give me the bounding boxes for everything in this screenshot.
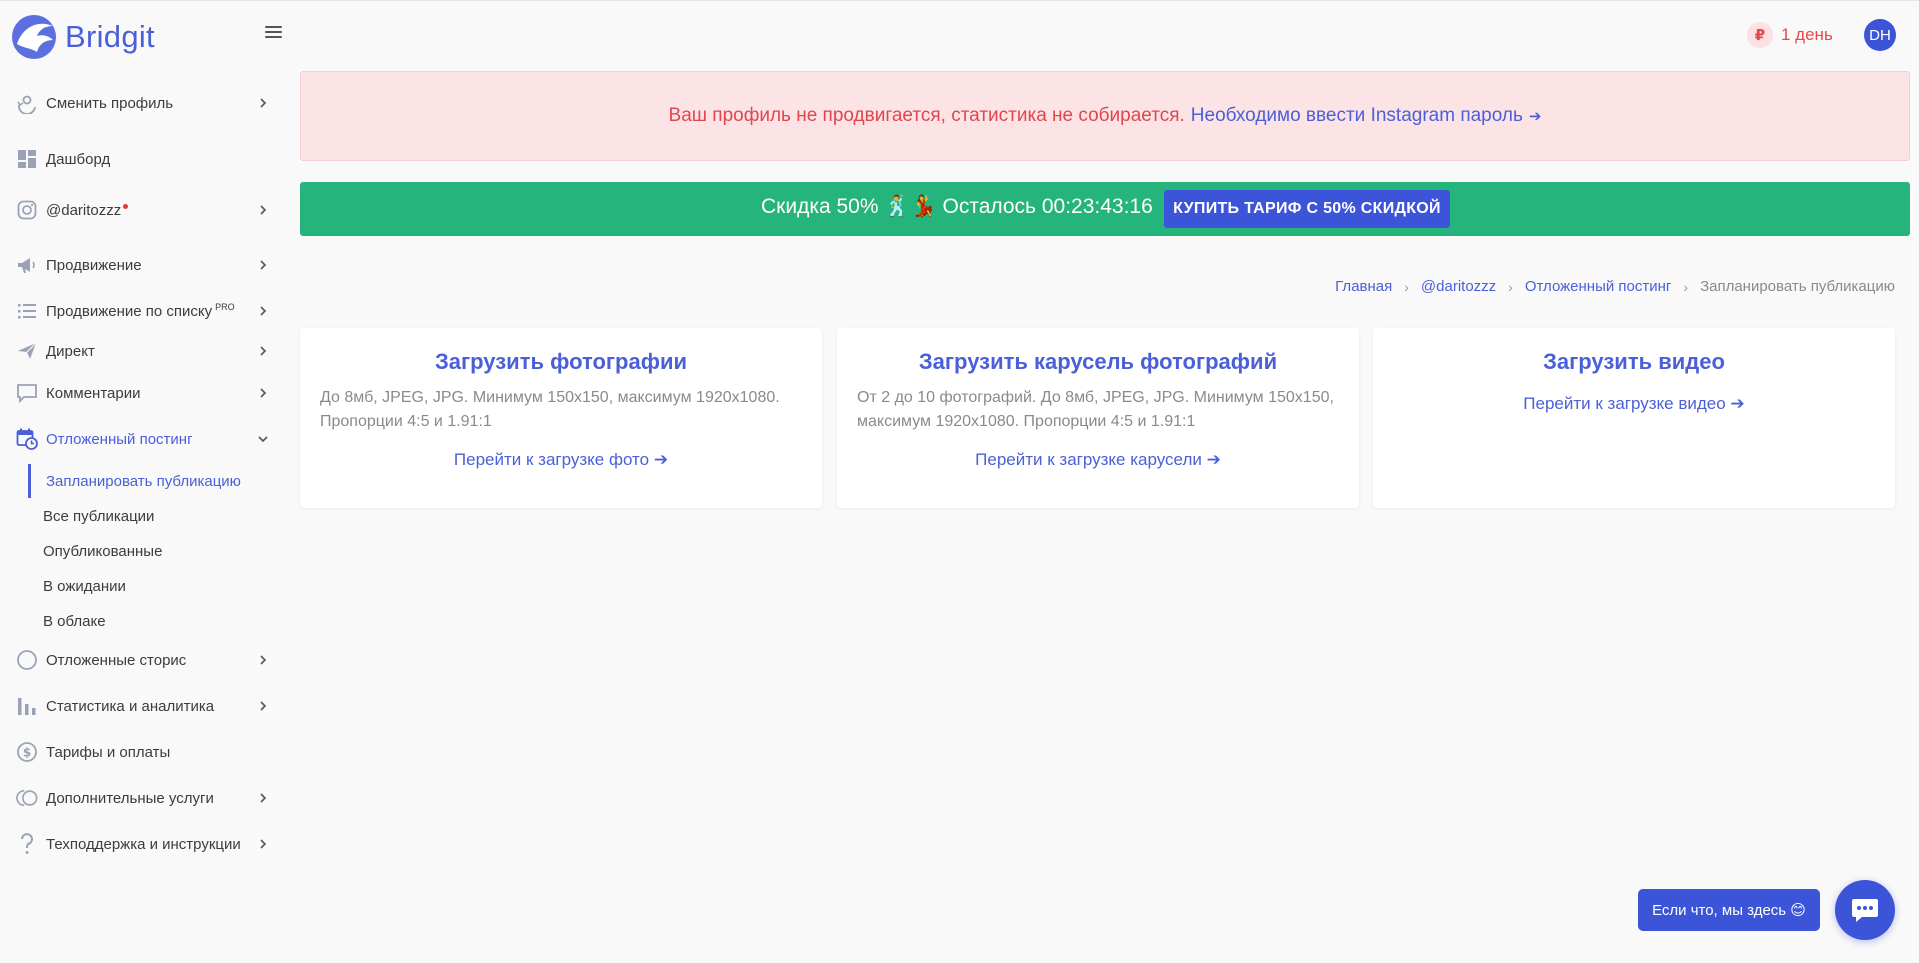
sidebar-item-label: Комментарии <box>46 384 141 402</box>
chevron-right-icon <box>257 792 269 804</box>
svg-text:$: $ <box>23 746 31 760</box>
sidebar: Bridgit Сменить профиль Дашборд @daritoz… <box>0 1 290 963</box>
chevron-right-icon <box>257 345 269 357</box>
breadcrumb-scheduled-posting[interactable]: Отложенный постинг <box>1525 278 1672 295</box>
chevron-down-icon <box>257 433 269 445</box>
discount-countdown-text: Скидка 50% 🕺💃 Осталось 00:23:43:16 <box>761 195 1153 218</box>
sidebar-item-label: Отложенный постинг <box>46 430 193 448</box>
buy-discount-button[interactable]: КУПИТЬ ТАРИФ С 50% СКИДКОЙ <box>1164 190 1450 228</box>
breadcrumb-account[interactable]: @daritozzz <box>1421 278 1496 295</box>
chat-greeting-bubble[interactable]: Если что, мы здесь 😊 <box>1638 889 1820 931</box>
breadcrumb-current: Запланировать публикацию <box>1700 278 1895 295</box>
breadcrumb-home[interactable]: Главная <box>1335 278 1392 295</box>
circle-icon <box>16 649 38 671</box>
go-to-carousel-upload-link[interactable]: Перейти к загрузке карусели ➔ <box>837 450 1359 470</box>
chevron-right-icon: › <box>1404 278 1409 295</box>
upload-photos-card: Загрузить фотографии До 8мб, JPEG, JPG. … <box>300 328 822 508</box>
account-handle: @daritozzz <box>46 201 122 219</box>
discount-banner: Скидка 50% 🕺💃 Осталось 00:23:43:16 КУПИТ… <box>300 182 1910 236</box>
profile-warning-alert: Ваш профиль не продвигается, статистика … <box>300 71 1910 161</box>
chevron-right-icon <box>257 204 269 216</box>
card-title: Загрузить видео <box>1543 349 1725 374</box>
submenu-item-cloud[interactable]: В облаке <box>43 608 106 634</box>
dollar-circle-icon: $ <box>16 741 38 763</box>
go-to-video-upload-link[interactable]: Перейти к загрузке видео ➔ <box>1373 394 1895 414</box>
list-icon <box>16 300 38 322</box>
arrow-right-icon: ➔ <box>1528 108 1542 125</box>
calendar-clock-icon <box>16 428 38 450</box>
active-submenu-indicator <box>28 464 31 498</box>
submenu-item-all-posts[interactable]: Все публикации <box>43 503 154 529</box>
submenu-item-pending[interactable]: В ожидании <box>43 573 126 599</box>
hamburger-menu-icon[interactable] <box>265 26 282 40</box>
sidebar-item-label: @daritozzz <box>46 201 129 219</box>
paper-plane-icon <box>16 340 38 362</box>
dashboard-icon <box>16 148 38 170</box>
upload-video-card: Загрузить видео Перейти к загрузке видео… <box>1373 328 1895 508</box>
submenu-item-schedule-post[interactable]: Запланировать публикацию <box>46 468 241 494</box>
eagle-logo-icon <box>12 15 56 59</box>
bar-chart-icon <box>16 695 38 717</box>
sidebar-item-label: Директ <box>46 342 95 360</box>
chevron-right-icon <box>257 259 269 271</box>
chat-icon <box>1852 899 1878 922</box>
chevron-right-icon <box>257 838 269 850</box>
notification-dot <box>123 203 129 209</box>
alert-warning-text: Ваш профиль не продвигается, статистика … <box>668 105 1185 126</box>
sidebar-item-label: Отложенные сторис <box>46 651 187 669</box>
sidebar-item-direct[interactable]: Директ <box>0 333 290 369</box>
enter-password-link[interactable]: Необходимо ввести Instagram пароль ➔ <box>1191 105 1542 127</box>
sidebar-item-label: Статистика и аналитика <box>46 697 215 715</box>
card-title: Загрузить карусель фотографий <box>918 349 1278 374</box>
sidebar-item-label: Техподдержка и инструкции <box>46 835 241 853</box>
chevron-right-icon: › <box>1683 278 1689 295</box>
go-to-photo-upload-link[interactable]: Перейти к загрузке фото ➔ <box>300 450 822 470</box>
sidebar-item-label: Сменить профиль <box>46 94 174 112</box>
card-description: От 2 до 10 фотографий. До 8мб, JPEG, JPG… <box>857 389 1334 430</box>
extra-services-icon <box>16 787 38 809</box>
sidebar-item-label: Продвижение <box>46 256 142 274</box>
chevron-right-icon <box>257 305 269 317</box>
instagram-icon <box>16 199 38 221</box>
sidebar-item-tariffs[interactable]: $ Тарифы и оплаты <box>0 734 290 770</box>
avatar[interactable]: DH <box>1864 19 1896 51</box>
switch-profile-icon <box>16 92 38 114</box>
sidebar-item-instagram-account[interactable]: @daritozzz <box>0 192 290 228</box>
ruble-icon: ₽ <box>1747 22 1773 48</box>
sidebar-item-label: Дашборд <box>46 150 111 168</box>
chevron-right-icon <box>257 97 269 109</box>
sidebar-item-support[interactable]: Техподдержка и инструкции <box>0 826 290 862</box>
enter-password-link-text: Необходимо ввести Instagram пароль <box>1190 105 1523 126</box>
upload-carousel-card: Загрузить карусель фотографий От 2 до 10… <box>837 328 1359 508</box>
sidebar-item-switch-profile[interactable]: Сменить профиль <box>0 85 290 121</box>
megaphone-icon <box>16 254 38 276</box>
sidebar-item-comments[interactable]: Комментарии <box>0 375 290 411</box>
card-description: До 8мб, JPEG, JPG. Минимум 150x150, макс… <box>320 389 780 430</box>
sidebar-item-extra-services[interactable]: Дополнительные услуги <box>0 780 290 816</box>
question-icon <box>16 833 38 855</box>
brand[interactable]: Bridgit <box>9 14 155 60</box>
brand-name: Bridgit <box>65 19 155 54</box>
promotion-list-text: Продвижение по списку <box>46 303 213 320</box>
sidebar-item-scheduled-stories[interactable]: Отложенные сторис <box>0 642 290 678</box>
sidebar-item-promotion-list[interactable]: Продвижение по списку PRO <box>0 293 290 329</box>
sidebar-item-stats[interactable]: Статистика и аналитика <box>0 688 290 724</box>
chevron-right-icon <box>257 700 269 712</box>
sidebar-item-label: Тарифы и оплаты <box>46 743 171 761</box>
comment-icon <box>16 382 38 404</box>
sidebar-item-label: Дополнительные услуги <box>46 789 214 807</box>
breadcrumb: Главная › @daritozzz › Отложенный постин… <box>1335 278 1895 295</box>
card-title: Загрузить фотографии <box>434 349 688 374</box>
pro-badge: PRO <box>215 302 235 312</box>
subscription-days-left[interactable]: 1 день <box>1781 25 1833 45</box>
chat-launcher-button[interactable] <box>1835 880 1895 940</box>
chevron-right-icon <box>257 654 269 666</box>
chevron-right-icon: › <box>1508 278 1513 295</box>
sidebar-item-label: Продвижение по списку PRO <box>46 302 235 320</box>
submenu-item-published[interactable]: Опубликованные <box>43 538 162 564</box>
chevron-right-icon <box>257 387 269 399</box>
sidebar-item-scheduled-posting[interactable]: Отложенный постинг <box>0 421 290 457</box>
sidebar-item-dashboard[interactable]: Дашборд <box>0 141 290 177</box>
sidebar-item-promotion[interactable]: Продвижение <box>0 247 290 283</box>
